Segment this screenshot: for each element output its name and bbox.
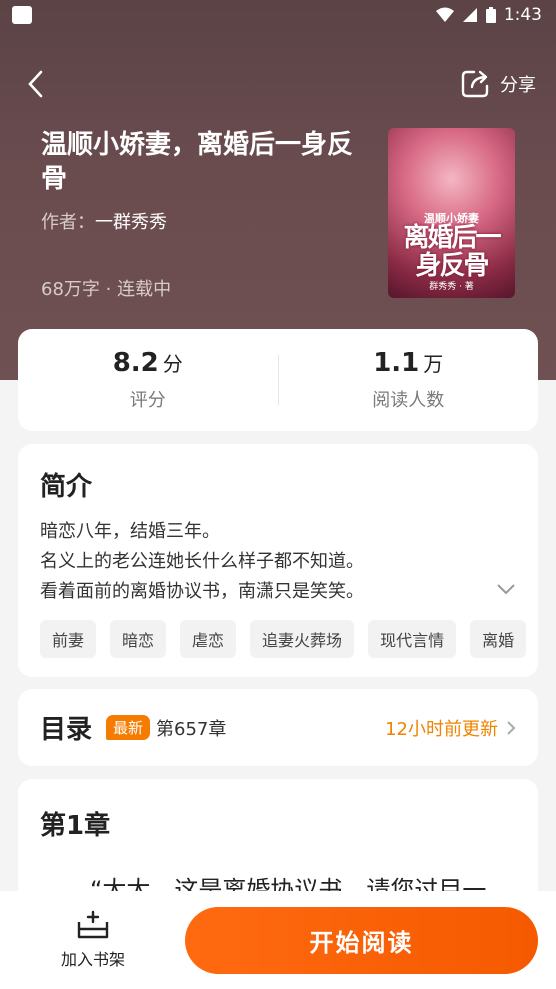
tag-item[interactable]: 前妻 (40, 620, 97, 658)
cover-big-title: 离婚后一身反骨 (403, 223, 501, 281)
share-label: 分享 (500, 75, 536, 96)
tag-item[interactable]: 暗恋 (110, 620, 167, 658)
clock: 1:43 (503, 5, 542, 25)
bookshelf-icon (77, 910, 109, 939)
book-cover[interactable]: 温顺小娇妻 离婚后一身反骨 群秀秀 · 著 (388, 128, 515, 298)
chapter-heading: 第1章 (40, 811, 111, 841)
expand-chevron-icon[interactable] (496, 582, 516, 596)
book-meta: 68万字 · 连载中 (41, 279, 172, 300)
add-to-shelf-button[interactable]: 加入书架 (0, 910, 186, 970)
tag-item[interactable]: 离婚 (470, 620, 527, 658)
tag-item[interactable]: 虐恋 (180, 620, 237, 658)
readers-label: 阅读人数 (372, 390, 445, 411)
readers-value: 1.1 (373, 348, 420, 378)
add-to-shelf-label: 加入书架 (60, 950, 125, 969)
signal-icon (462, 8, 477, 22)
top-nav: 分享 (0, 62, 556, 106)
latest-badge: 最新 (106, 715, 151, 740)
notification-icon (12, 6, 32, 24)
start-reading-button[interactable]: 开始阅读 (185, 907, 538, 974)
toc-heading: 目录 (40, 715, 93, 745)
book-title: 温顺小娇妻，离婚后一身反骨 (41, 130, 354, 194)
rating-label: 评分 (129, 390, 166, 411)
status-bar: 1:43 (0, 0, 556, 30)
intro-heading: 简介 (40, 472, 93, 502)
stats-card: 8.2 分 评分 1.1 万 阅读人数 (18, 329, 538, 431)
author-prefix: 作者： (41, 212, 95, 233)
cover-author: 群秀秀 · 著 (429, 282, 474, 292)
intro-line: 名义上的老公连她长什么样子都不知道。 (40, 551, 364, 572)
intro-line: 看着面前的离婚协议书，南潇只是笑笑。 (40, 581, 364, 602)
chevron-right-icon (507, 720, 516, 735)
chevron-left-icon (28, 70, 43, 98)
toc-row[interactable]: 目录 最新 第657章 12小时前更新 (18, 689, 538, 766)
author-name[interactable]: 一群秀秀 (95, 212, 167, 233)
battery-icon (485, 7, 496, 23)
update-time: 12小时前更新 (385, 715, 516, 741)
rating-stat: 8.2 分 评分 (18, 348, 278, 412)
tag-list: 前妻 暗恋 虐恋 追妻火葬场 现代言情 离婚 (40, 620, 538, 658)
intro-line: 暗恋八年，结婚三年。 (40, 521, 220, 542)
intro-card[interactable]: 简介 暗恋八年，结婚三年。 名义上的老公连她长什么样子都不知道。 看着面前的离婚… (18, 444, 538, 677)
bottom-bar: 加入书架 开始阅读 (0, 891, 556, 989)
update-time-label: 12小时前更新 (385, 718, 498, 740)
share-button[interactable]: 分享 (460, 69, 536, 99)
latest-chapter: 第657章 (156, 718, 227, 740)
readers-stat: 1.1 万 阅读人数 (279, 348, 539, 412)
intro-text: 暗恋八年，结婚三年。 名义上的老公连她长什么样子都不知道。 看着面前的离婚协议书… (40, 517, 516, 607)
tag-item[interactable]: 追妻火葬场 (250, 620, 355, 658)
book-author: 作者：一群秀秀 (41, 208, 167, 234)
rating-unit: 分 (162, 352, 183, 376)
tag-item[interactable]: 现代言情 (368, 620, 457, 658)
share-icon (461, 70, 489, 98)
readers-unit: 万 (423, 352, 444, 376)
rating-value: 8.2 (112, 348, 159, 378)
back-button[interactable] (20, 64, 50, 104)
status-indicators: 1:43 (435, 5, 542, 25)
wifi-icon (435, 7, 454, 22)
